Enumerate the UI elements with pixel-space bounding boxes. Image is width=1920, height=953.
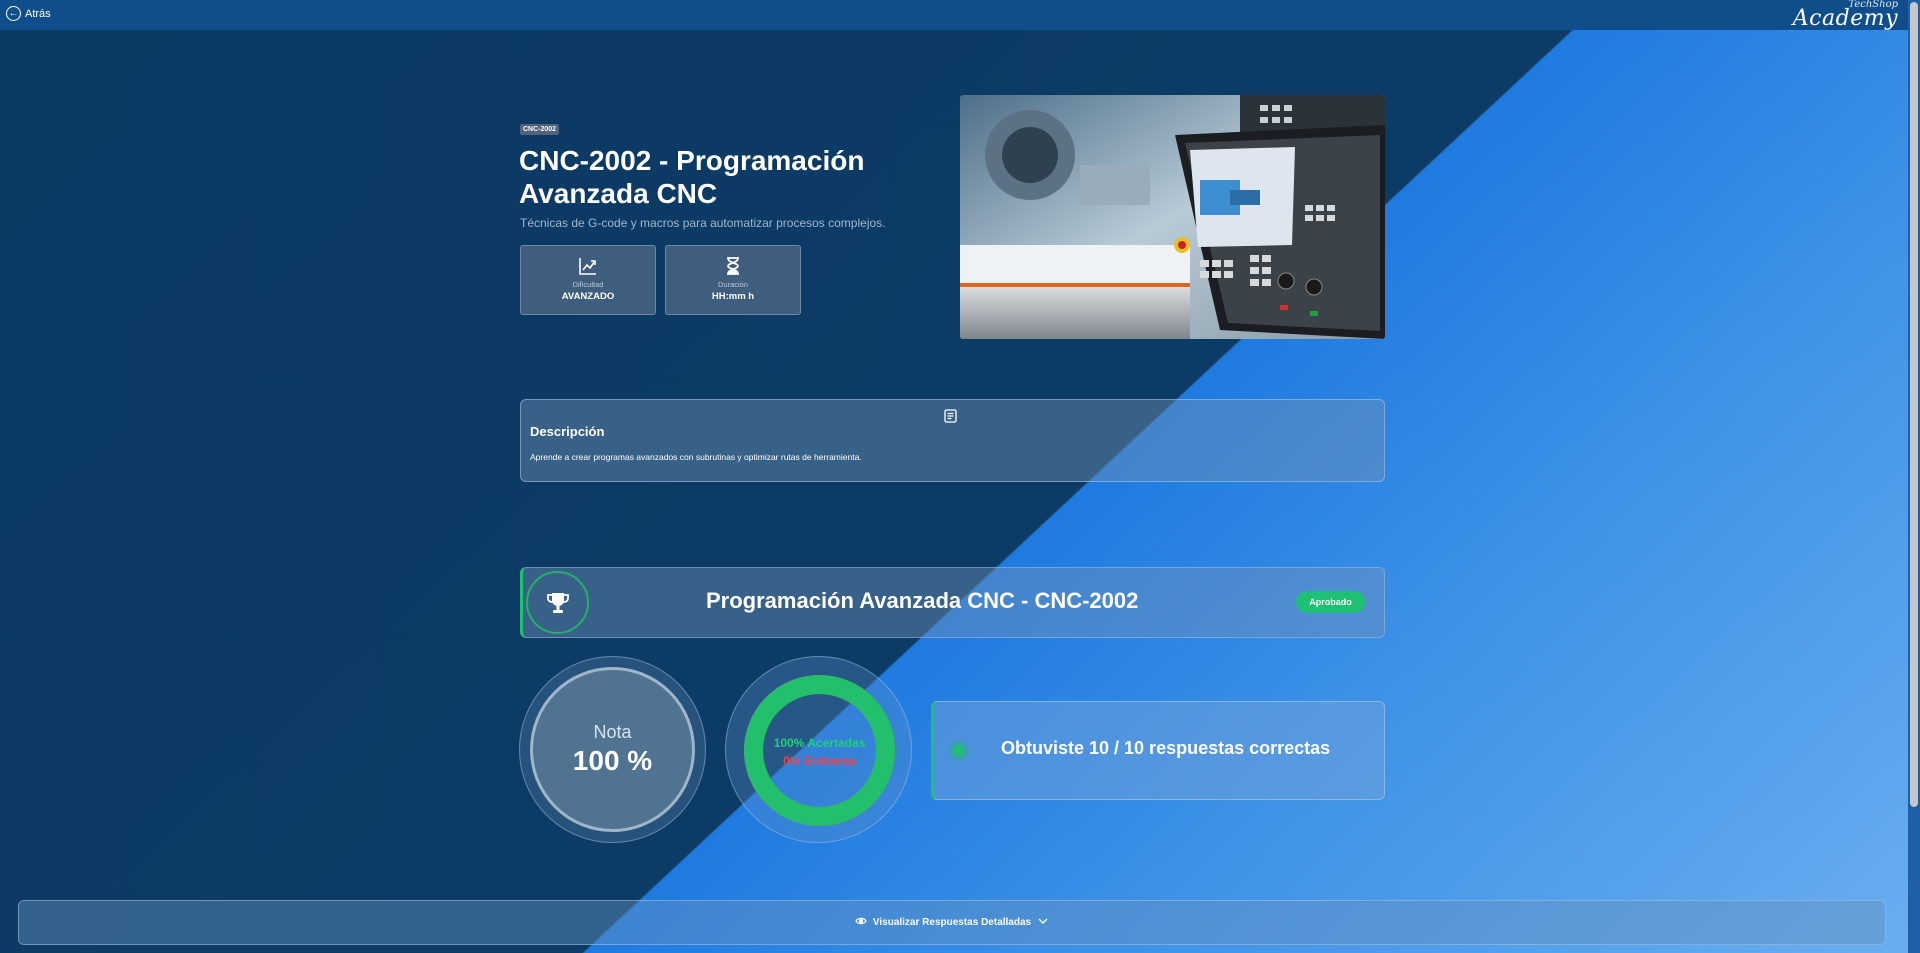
correct-percentage: 100% Acertadas	[773, 736, 866, 750]
course-code-badge: CNC-2002	[520, 124, 560, 135]
top-bar: ← Atrás TechShop Academy	[0, 0, 1920, 30]
grade-inner: Nota 100 %	[530, 667, 695, 832]
grade-value: 100 %	[572, 745, 653, 776]
result-banner: Programación Avanzada CNC - CNC-2002 Apr…	[520, 567, 1385, 638]
difficulty-card: Dificultad AVANZADO	[520, 245, 656, 315]
academy-logo: TechShop Academy	[1793, 0, 1898, 30]
hourglass-icon	[666, 256, 800, 276]
duration-value: HH:mm h	[711, 291, 755, 302]
donut-labels: 100% Acertadas 0% Erróneas	[726, 734, 913, 770]
score-summary: Obtuviste 10 / 10 respuestas correctas	[931, 701, 1385, 800]
score-text: Obtuviste 10 / 10 respuestas correctas	[1001, 738, 1331, 758]
result-title: Programación Avanzada CNC - CNC-2002	[706, 588, 1139, 613]
difficulty-label: Dificultad	[572, 280, 604, 289]
wrong-percentage: 0% Erróneas	[783, 754, 856, 768]
view-detailed-answers-button[interactable]: Visualizar Respuestas Detalladas	[18, 900, 1886, 945]
difficulty-value: AVANZADO	[561, 291, 615, 302]
course-image	[960, 95, 1385, 339]
grade-label: Nota	[593, 722, 632, 742]
answers-donut: 100% Acertadas 0% Erróneas	[725, 656, 912, 843]
document-icon	[944, 409, 957, 428]
arrow-left-icon: ←	[6, 6, 21, 21]
description-panel: Descripción Aprende a crear programas av…	[520, 399, 1385, 482]
duration-card: Duración HH:mm h	[665, 245, 801, 315]
description-title: Descripción	[530, 424, 605, 439]
course-subtitle: Técnicas de G-code y macros para automat…	[520, 216, 886, 230]
description-text: Aprende a crear programas avanzados con …	[530, 452, 862, 462]
trophy-icon	[526, 571, 589, 634]
eye-icon	[855, 916, 867, 929]
back-button[interactable]: ← Atrás	[6, 6, 51, 21]
scrollbar[interactable]	[1908, 0, 1920, 953]
details-label: Visualizar Respuestas Detalladas	[872, 917, 1032, 928]
trend-up-icon	[521, 256, 655, 276]
logo-academy: Academy	[1792, 6, 1898, 31]
course-title: CNC-2002 - Programación Avanzada CNC	[519, 145, 865, 209]
scrollbar-thumb[interactable]	[1910, 2, 1918, 807]
back-label: Atrás	[25, 7, 51, 20]
status-badge: Aprobado	[1296, 591, 1365, 613]
duration-label: Duración	[717, 280, 748, 289]
check-dot-icon	[948, 740, 969, 761]
chevron-down-icon	[1037, 916, 1049, 929]
grade-circle: Nota 100 %	[519, 656, 706, 843]
